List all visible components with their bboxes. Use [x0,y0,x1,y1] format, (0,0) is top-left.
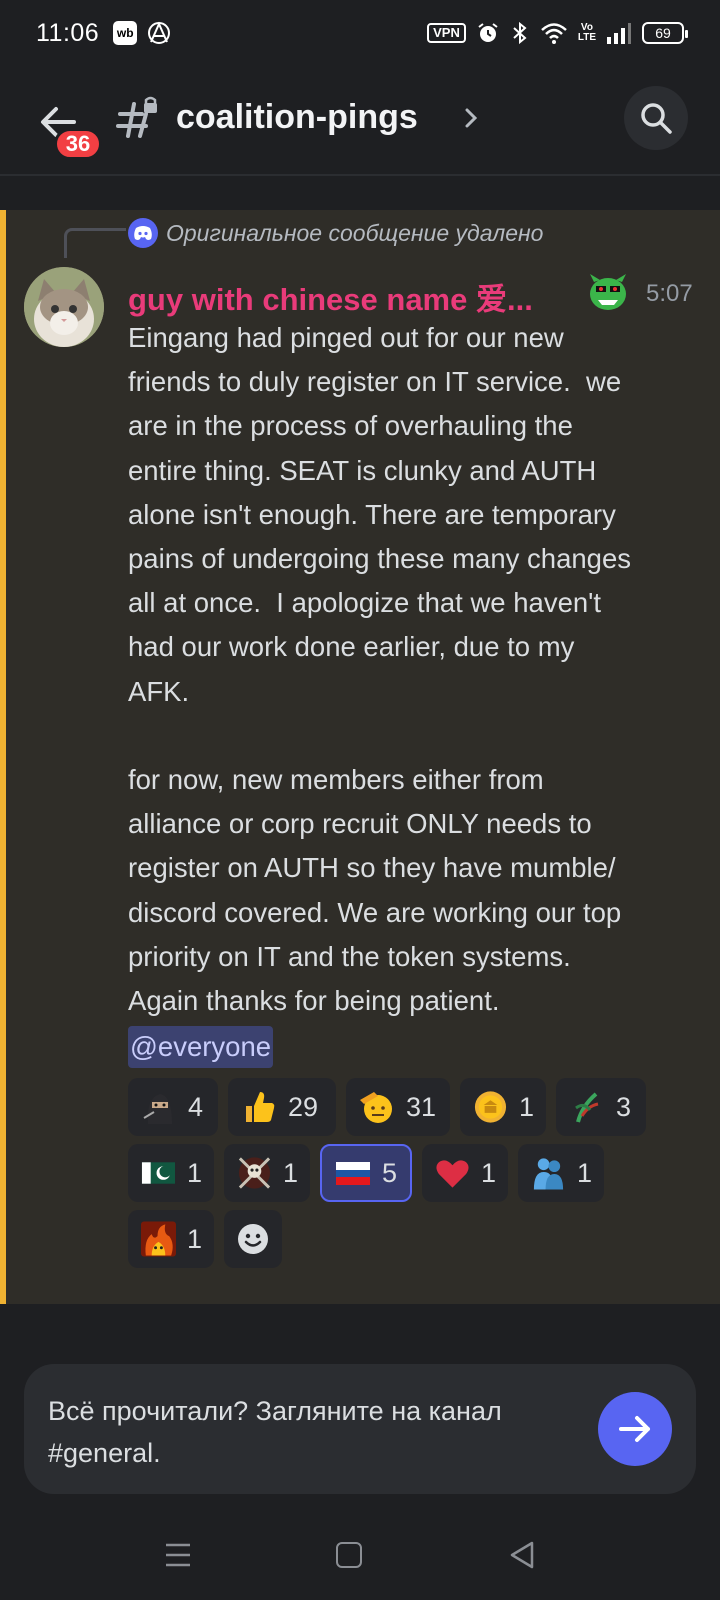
fire-creature-icon [140,1221,176,1257]
reaction-coin[interactable]: 1 [460,1078,546,1136]
coin-icon [474,1091,507,1123]
signal-icon [607,23,631,44]
message-author[interactable]: guy with chinese name 爱... [128,274,533,319]
skull-emblem-icon [238,1157,271,1189]
status-time: 11:06 [36,18,100,47]
reaction-fire-creature[interactable]: 1 [128,1210,214,1268]
reaction-thumbs-up[interactable]: 29 [228,1078,336,1136]
reaction-count: 1 [576,1157,592,1188]
reaction-count: 1 [518,1091,534,1122]
read-all-prompt[interactable]: Всё прочитали? Загляните на канал #gener… [24,1364,696,1494]
avatar[interactable] [24,267,104,347]
search-icon [641,103,672,134]
volte-line2: LTE [577,32,596,43]
search-button[interactable] [624,86,688,150]
red-heart-icon [436,1160,469,1188]
highlighted-message[interactable]: Оригинальное сообщение удалено guy with … [0,210,720,1304]
prompt-text: Всё прочитали? Загляните на канал #gener… [48,1396,502,1468]
system-navigation-bar [0,1520,720,1600]
reaction-count: 29 [288,1091,319,1122]
reaction-skull-emblem[interactable]: 1 [224,1144,310,1202]
message-content: Eingang had pinged out for our new frien… [128,322,631,1017]
arrow-right-icon [619,1416,650,1442]
reaction-salute[interactable]: 31 [346,1078,450,1136]
alarm-icon [478,23,498,42]
reaction-pakistan[interactable]: 1 [128,1144,214,1202]
volte-indicator: Vo LTE [578,23,596,43]
status-left-icons: wb [113,21,171,45]
pakistan-flag-icon [141,1162,176,1184]
home-button-icon[interactable] [336,1542,362,1568]
reaction-plant[interactable]: 3 [556,1078,646,1136]
reply-deleted-text: Оригинальное сообщение удалено [166,219,544,246]
wifi-icon [540,23,567,44]
reaction-count: 1 [186,1223,202,1254]
reaction-count: 4 [188,1091,204,1122]
recent-apps-icon[interactable] [164,1542,192,1568]
reaction-count: 1 [282,1157,298,1188]
saluting-face-icon [360,1092,392,1123]
battery-indicator: 69 [642,22,688,44]
ninja-icon [143,1094,172,1124]
chevron-right-icon[interactable] [462,106,480,130]
message-timestamp: 5:07 [646,280,693,307]
reaction-count: 1 [480,1157,496,1188]
hugging-people-icon [533,1158,564,1190]
reaction-russia[interactable]: 5 [320,1144,412,1202]
reaction-hug[interactable]: 1 [518,1144,604,1202]
unread-badge: 36 [54,128,102,160]
reaction-count: 5 [382,1157,398,1188]
smiley-add-icon [238,1224,268,1254]
bluetooth-icon [513,21,527,45]
reply-reference[interactable]: Оригинальное сообщение удалено [128,218,543,248]
add-reaction-button[interactable] [224,1210,282,1268]
reply-connector [64,228,126,258]
thumbs-up-icon [246,1092,275,1122]
reaction-count: 3 [616,1091,632,1122]
anarchy-icon [148,21,171,44]
cat-avatar-image [24,267,104,347]
everyone-mention[interactable]: @everyone [128,1026,274,1068]
reaction-count: 1 [186,1157,202,1188]
reaction-heart[interactable]: 1 [422,1144,508,1202]
reaction-count: 31 [406,1091,437,1122]
locked-channel-icon [116,96,157,138]
channel-name[interactable]: coalition-pings [176,98,418,137]
reaction-ninja[interactable]: 4 [128,1078,218,1136]
go-to-channel-button[interactable] [598,1392,672,1466]
discord-logo-icon [128,218,158,248]
status-right-icons: VPN Vo LTE 69 [427,21,688,45]
russia-flag-icon [336,1162,370,1185]
green-monster-icon [590,274,626,310]
plant-icon [575,1092,599,1123]
wb-app-icon: wb [113,21,138,45]
vpn-badge: VPN [427,23,466,43]
back-triangle-icon[interactable] [508,1540,536,1570]
channel-header: 36 coalition-pings [0,72,720,176]
status-bar: 11:06 wb VPN Vo LTE 69 [0,0,720,66]
